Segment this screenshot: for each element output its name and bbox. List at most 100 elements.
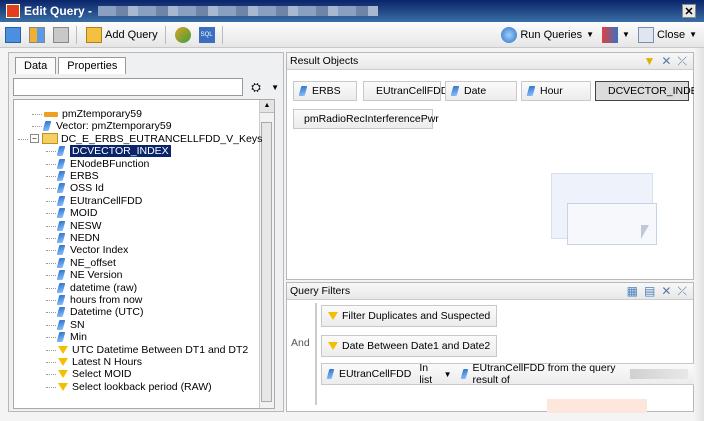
tree-connector <box>46 362 56 363</box>
app-icon <box>6 4 20 18</box>
redacted-query-name <box>630 369 688 379</box>
tree-item[interactable]: ENodeBFunction <box>46 158 149 170</box>
tree-item-label: Latest N Hours <box>72 356 143 368</box>
tree-item[interactable]: datetime (raw) <box>46 281 138 294</box>
chevron-down-icon[interactable]: ▼ <box>622 30 630 39</box>
tree-item[interactable]: UTC Datetime Between DT1 and DT2 <box>46 343 249 356</box>
add-query-button[interactable]: Add Query <box>83 25 161 45</box>
and-operator-label[interactable]: And <box>291 337 310 349</box>
dimension-icon <box>56 319 66 330</box>
tree-item[interactable]: Select MOID <box>46 368 132 380</box>
condition-operator[interactable]: In list <box>419 362 439 386</box>
tab-data[interactable]: Data <box>15 57 57 74</box>
tree-connector <box>46 312 56 314</box>
sql-button[interactable]: SQL <box>196 25 218 45</box>
tree-item[interactable]: hours from now <box>46 294 142 306</box>
tree-item-label: UTC Datetime Between DT1 and DT2 <box>72 343 249 356</box>
tab-properties[interactable]: Properties <box>58 57 127 74</box>
tree-item-label: DC_E_ERBS_EUTRANCELLFDD_V_Keys <box>61 132 263 145</box>
dimension-icon <box>42 121 52 132</box>
result-object-chip[interactable]: ERBS <box>293 81 357 101</box>
grid-icon <box>53 26 69 43</box>
drag-cursor-icon <box>641 225 649 239</box>
tree-item[interactable]: Min <box>46 331 87 344</box>
tree-item-label: Vector: pmZtemporary59 <box>56 120 172 133</box>
result-object-chip[interactable]: pmRadioRecInterferencePwr <box>293 109 439 129</box>
grid-button[interactable] <box>50 25 72 45</box>
result-object-chip[interactable]: DCVECTOR_INDEX <box>595 81 704 101</box>
tree-item[interactable]: NESW <box>46 220 102 232</box>
tree-connector <box>46 287 56 289</box>
status-highlight <box>547 399 647 413</box>
redacted-title-text <box>98 6 379 16</box>
tree-item[interactable]: pmZtemporary59 <box>32 108 142 120</box>
tree-item[interactable]: OSS Id <box>46 182 104 194</box>
close-label: Close <box>656 28 686 41</box>
clear-icon[interactable]: ⤫ <box>677 54 687 69</box>
tree-item[interactable]: Datetime (UTC) <box>46 306 144 319</box>
result-object-chip[interactable]: Hour <box>521 81 591 101</box>
tree-item[interactable]: Vector Index <box>46 244 128 256</box>
scrollbar[interactable]: ▲ <box>259 100 274 408</box>
filter-duplicates-filter[interactable]: Filter Duplicates and Suspected <box>321 305 498 327</box>
panel-tabs: Data Properties <box>15 57 128 74</box>
result-object-chip[interactable]: Date <box>445 81 517 101</box>
tree-item[interactable]: EUtranCellFDD <box>46 195 142 207</box>
dimension-icon <box>298 86 308 96</box>
chevron-down-icon[interactable]: ▼ <box>271 83 279 92</box>
filter-editor-icon[interactable]: ▤ <box>644 284 655 298</box>
tree-item-label: NEDN <box>70 232 100 244</box>
tree-item[interactable]: DCVECTOR_INDEX <box>46 145 171 158</box>
tree-item[interactable]: NE Version <box>46 269 123 281</box>
window-close-icon[interactable]: ✕ <box>682 4 696 18</box>
condition-filter[interactable]: EUtranCellFDD In list ▼ EUtranCellFDD fr… <box>321 362 695 386</box>
view-toggle-button[interactable] <box>2 25 24 45</box>
dimension-icon <box>56 245 66 256</box>
collapse-toggle-icon[interactable]: − <box>30 134 39 144</box>
sql-icon: SQL <box>198 26 215 43</box>
dimension-icon <box>56 295 66 305</box>
clear-icon[interactable]: ⤫ <box>677 284 687 299</box>
layout-button[interactable] <box>26 25 48 45</box>
scroll-up-arrow[interactable]: ▲ <box>260 100 274 113</box>
tree-item-label: SN <box>70 318 85 331</box>
run-queries-button[interactable]: Run Queries ▼ <box>498 25 597 45</box>
tree-item-label: datetime (raw) <box>70 281 138 294</box>
tree-connector <box>46 349 56 351</box>
tree-connector <box>46 300 56 301</box>
tree-item[interactable]: Latest N Hours <box>46 356 143 368</box>
tree-item-label: NE_offset <box>70 256 116 269</box>
search-input[interactable] <box>13 78 244 96</box>
tree-item[interactable]: SN <box>46 318 85 331</box>
tree-connector <box>46 238 56 239</box>
combined-query-button[interactable] <box>172 25 194 45</box>
filter-label: Filter Duplicates and Suspected <box>342 310 491 322</box>
result-objects-header: Result Objects ▼ ✕ ⤫ <box>287 53 693 70</box>
chevron-down-icon[interactable]: ▼ <box>444 370 452 379</box>
tree-item[interactable]: Vector: pmZtemporary59 <box>32 120 172 133</box>
scroll-thumb[interactable] <box>261 122 272 402</box>
purge-button[interactable]: ▼ <box>599 25 633 45</box>
result-object-chip[interactable]: EUtranCellFDD <box>363 81 448 101</box>
result-object-label: pmRadioRecInterferencePwr <box>304 113 439 125</box>
tree-item[interactable]: NE_offset <box>46 256 116 269</box>
remove-icon[interactable]: ✕ <box>661 54 671 68</box>
chevron-down-icon[interactable]: ▼ <box>586 30 594 39</box>
remove-icon[interactable]: ✕ <box>661 284 671 298</box>
tree-item[interactable]: Select lookback period (RAW) <box>46 381 212 393</box>
tree-item[interactable]: − DC_E_ERBS_EUTRANCELLFDD_V_Keys <box>18 132 263 145</box>
dimension-icon <box>56 282 66 293</box>
tree-item-label: Min <box>70 331 87 344</box>
toolbar-right: Run Queries ▼ ▼ Close ▼ <box>496 25 704 45</box>
tree-item[interactable]: ERBS <box>46 170 99 182</box>
tree-item-label: Datetime (UTC) <box>70 306 144 319</box>
predefined-filter-icon[interactable]: ▦ <box>627 284 638 298</box>
tree-item[interactable]: MOID <box>46 207 97 219</box>
close-button[interactable]: Close ▼ <box>635 25 704 45</box>
binoculars-icon[interactable]: ⛭ <box>245 78 267 96</box>
chevron-down-icon[interactable]: ▼ <box>689 30 697 39</box>
date-between-filter[interactable]: Date Between Date1 and Date2 <box>321 335 498 357</box>
filter-icon <box>58 382 68 391</box>
tree-item[interactable]: NEDN <box>46 232 100 244</box>
filter-icon[interactable]: ▼ <box>643 54 655 68</box>
